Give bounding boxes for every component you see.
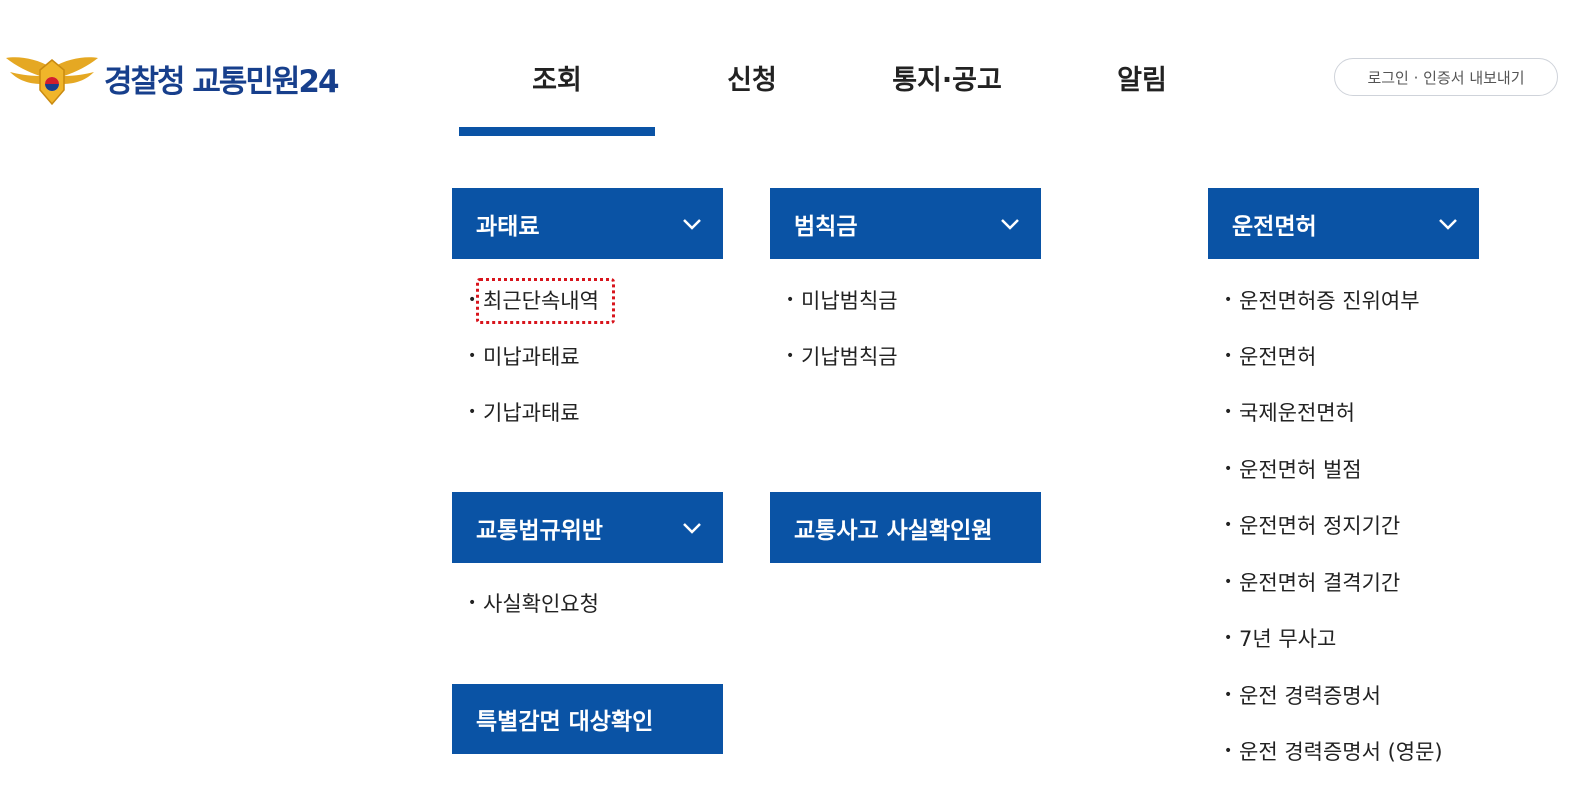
chevron-down-icon	[683, 219, 701, 230]
submenu-item-suspension-period[interactable]: • 운전면허 정지기간	[1224, 510, 1400, 540]
category-traffic-violation[interactable]: 교통법규위반	[452, 492, 723, 563]
category-special-title: 특별감면 대상확인	[476, 709, 654, 735]
category-special-reduction[interactable]: 특별감면 대상확인	[452, 684, 723, 754]
submenu-item-driving-record-en[interactable]: • 운전 경력증명서 (영문)	[1224, 736, 1443, 766]
site-logo[interactable]: 경찰청 교통민원24	[6, 50, 340, 106]
submenu-item-paid-penalty[interactable]: • 기납과태료	[468, 397, 580, 427]
police-emblem-icon	[6, 57, 98, 106]
submenu-item-7yr-accident-free[interactable]: • 7년 무사고	[1224, 623, 1336, 653]
submenu-item-fact-check-request[interactable]: • 사실확인요청	[468, 588, 599, 618]
nav-item-alert[interactable]: 알림	[1092, 58, 1192, 97]
logo-text: 경찰청 교통민원24	[104, 63, 340, 100]
category-license-title: 운전면허	[1232, 213, 1317, 240]
active-nav-indicator	[459, 127, 655, 136]
submenu-item-driving-record[interactable]: • 운전 경력증명서	[1224, 680, 1381, 710]
category-fine-title: 범칙금	[794, 213, 858, 240]
category-penalty[interactable]: 과태료	[452, 188, 723, 259]
category-penalty-title: 과태료	[476, 213, 540, 240]
submenu-item-disqualification-period[interactable]: • 운전면허 결격기간	[1224, 567, 1400, 597]
submenu-item-recent-enforcement[interactable]: • 최근단속내역	[468, 285, 599, 315]
submenu-item-license-authenticity[interactable]: • 운전면허증 진위여부	[1224, 285, 1420, 315]
chevron-down-icon	[1439, 219, 1457, 230]
submenu-item-intl-license[interactable]: • 국제운전면허	[1224, 397, 1355, 427]
category-accident-certificate[interactable]: 교통사고 사실확인원	[770, 492, 1041, 563]
category-fine[interactable]: 범칙금	[770, 188, 1041, 259]
submenu-item-license[interactable]: • 운전면허	[1224, 341, 1316, 371]
submenu-item-unpaid-fine[interactable]: • 미납범칙금	[786, 285, 898, 315]
chevron-down-icon	[683, 523, 701, 534]
nav-item-inquiry[interactable]: 조회	[507, 58, 607, 97]
category-accident-title: 교통사고 사실확인원	[794, 517, 993, 544]
category-license[interactable]: 운전면허	[1208, 188, 1479, 259]
submenu-item-license-points[interactable]: • 운전면허 벌점	[1224, 454, 1362, 484]
nav-item-notice[interactable]: 통지·공고	[872, 58, 1022, 97]
login-button[interactable]: 로그인 · 인증서 내보내기	[1334, 58, 1558, 96]
nav-item-apply[interactable]: 신청	[702, 58, 802, 97]
chevron-down-icon	[1001, 219, 1019, 230]
submenu-item-paid-fine[interactable]: • 기납범칙금	[786, 341, 898, 371]
category-traffic-violation-title: 교통법규위반	[476, 517, 603, 544]
submenu-item-unpaid-penalty[interactable]: • 미납과태료	[468, 341, 580, 371]
